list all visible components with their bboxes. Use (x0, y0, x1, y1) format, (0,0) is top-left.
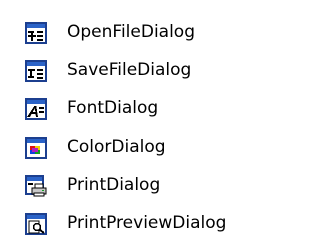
toolbox-item-label: ColorDialog (67, 137, 166, 157)
toolbox-item-print-dialog[interactable]: PrintDialog (0, 172, 322, 210)
font-dialog-icon (25, 98, 47, 120)
toolbox-item-label: FontDialog (67, 98, 159, 118)
toolbox-item-font-dialog[interactable]: FontDialog (0, 95, 322, 133)
toolbox-item-color-dialog[interactable]: ColorDialog (0, 134, 322, 172)
toolbox-item-label: PrintPreviewDialog (67, 213, 227, 233)
print-preview-dialog-icon (25, 213, 47, 235)
toolbox-dialogs-list: OpenFileDialog SaveFileDialog FontDialog… (0, 0, 322, 249)
toolbox-item-label: SaveFileDialog (67, 60, 192, 80)
toolbox-item-save-file-dialog[interactable]: SaveFileDialog (0, 57, 322, 95)
toolbox-item-label: PrintDialog (67, 175, 161, 195)
toolbox-item-print-preview-dialog[interactable]: PrintPreviewDialog (0, 210, 322, 248)
toolbox-item-open-file-dialog[interactable]: OpenFileDialog (0, 19, 322, 57)
save-file-dialog-icon (25, 60, 47, 82)
color-dialog-icon (25, 137, 47, 159)
print-dialog-icon (25, 175, 47, 197)
toolbox-item-label: OpenFileDialog (67, 22, 195, 42)
open-file-dialog-icon (25, 22, 47, 44)
